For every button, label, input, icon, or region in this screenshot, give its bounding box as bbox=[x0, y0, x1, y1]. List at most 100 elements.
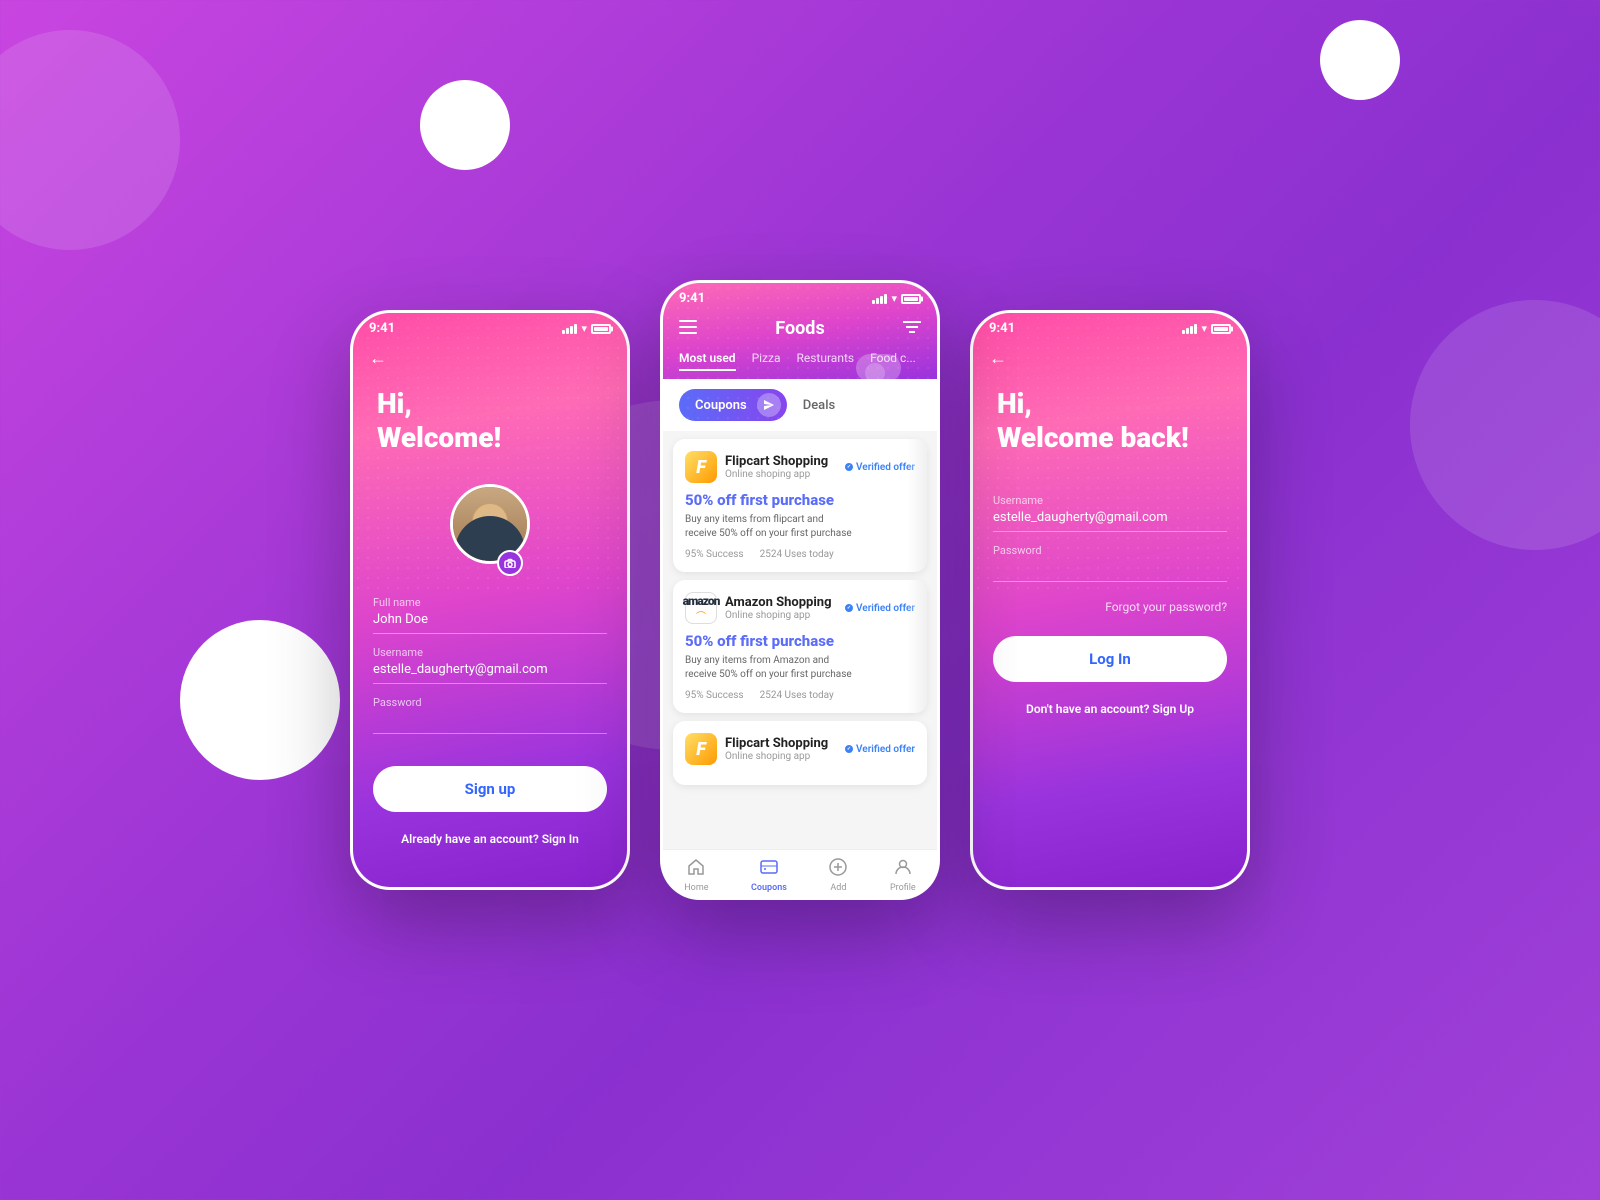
nav-coupons[interactable]: Coupons bbox=[751, 858, 787, 893]
coupon-card-flipkart[interactable]: F Flipcart Shopping Online shoping app V… bbox=[673, 439, 927, 572]
flipkart-logo: F bbox=[685, 451, 717, 483]
footer-text-left: Already have an account? Sign In bbox=[353, 832, 627, 846]
password-field-right[interactable]: Password bbox=[993, 544, 1227, 582]
status-icons-right: ▾ bbox=[1182, 322, 1231, 335]
signup-button[interactable]: Sign up bbox=[373, 766, 607, 812]
coupon-header-2: amazon ⌒ Amazon Shopping Online shoping … bbox=[685, 592, 915, 624]
profile-icon bbox=[894, 858, 912, 881]
back-button-right[interactable]: ← bbox=[973, 340, 1247, 377]
password-label-left: Password bbox=[373, 696, 607, 709]
username-label-left: Username bbox=[373, 646, 607, 659]
nav-add-label: Add bbox=[830, 883, 846, 893]
nav-profile[interactable]: Profile bbox=[890, 858, 916, 893]
coupon-stats-2: 95% Success 2524 Uses today bbox=[685, 690, 915, 701]
shop-name-2: Amazon Shopping bbox=[725, 595, 837, 610]
coupon-card-amazon[interactable]: amazon ⌒ Amazon Shopping Online shoping … bbox=[673, 580, 927, 713]
card-expand-2 bbox=[907, 580, 927, 713]
foods-title: Foods bbox=[775, 318, 824, 339]
toggle-deals[interactable]: Deals bbox=[787, 396, 851, 415]
coupon-header-3: F Flipcart Shopping Online shoping app V… bbox=[685, 733, 915, 765]
bottom-nav: Home Coupons bbox=[663, 849, 937, 897]
nav-home[interactable]: Home bbox=[684, 858, 708, 893]
coupon-desc-2: Buy any items from Amazon and receive 50… bbox=[685, 654, 915, 682]
wifi-icon-right: ▾ bbox=[1201, 322, 1207, 335]
coupons-list: F Flipcart Shopping Online shoping app V… bbox=[663, 431, 937, 849]
username-value-left: estelle_daugherty@gmail.com bbox=[373, 662, 607, 677]
card-expand-1 bbox=[907, 439, 927, 572]
fullname-field[interactable]: Full name John Doe bbox=[373, 596, 607, 634]
wifi-icon-center: ▾ bbox=[891, 292, 897, 305]
password-value-right bbox=[993, 560, 1227, 575]
camera-icon bbox=[504, 558, 516, 568]
password-field-left[interactable]: Password bbox=[373, 696, 607, 734]
add-icon bbox=[829, 858, 847, 881]
battery-icon bbox=[591, 324, 611, 334]
verified-badge-2: Verified offer bbox=[845, 603, 915, 614]
signal-icon-center bbox=[872, 294, 887, 304]
welcome-heading-left: Hi, Welcome! bbox=[377, 387, 603, 454]
tab-most-used[interactable]: Most used bbox=[679, 351, 736, 371]
time-right: 9:41 bbox=[989, 321, 1015, 336]
login-button[interactable]: Log In bbox=[993, 636, 1227, 682]
status-bar-center: 9:41 ▾ bbox=[663, 283, 937, 310]
coupons-icon bbox=[760, 858, 778, 881]
battery-icon-center bbox=[901, 294, 921, 304]
back-button-left[interactable]: ← bbox=[353, 340, 627, 377]
coupon-offer-1: 50% off first purchase bbox=[685, 491, 915, 509]
status-bar-right: 9:41 ▾ bbox=[973, 313, 1247, 340]
password-label-right: Password bbox=[993, 544, 1227, 557]
welcome-section-right: Hi, Welcome back! bbox=[973, 377, 1247, 474]
password-value-left bbox=[373, 712, 607, 727]
flipkart-logo-2: F bbox=[685, 733, 717, 765]
verified-badge-3: Verified offer bbox=[845, 744, 915, 755]
shop-info-2: Amazon Shopping Online shoping app bbox=[725, 595, 837, 621]
verified-icon-3 bbox=[845, 745, 853, 753]
amazon-logo: amazon ⌒ bbox=[685, 592, 717, 624]
wifi-icon: ▾ bbox=[581, 322, 587, 335]
fullname-label: Full name bbox=[373, 596, 607, 609]
deco-circle-1 bbox=[0, 30, 180, 250]
verified-icon-2 bbox=[845, 604, 853, 612]
shop-name-1: Flipcart Shopping bbox=[725, 454, 837, 469]
coupon-card-flipkart-2[interactable]: F Flipcart Shopping Online shoping app V… bbox=[673, 721, 927, 785]
username-field-left[interactable]: Username estelle_daugherty@gmail.com bbox=[373, 646, 607, 684]
uses-2: 2524 Uses today bbox=[760, 690, 834, 701]
avatar-section bbox=[353, 474, 627, 596]
toggle-pill[interactable]: Coupons bbox=[679, 389, 787, 421]
success-1: 95% Success bbox=[685, 549, 744, 560]
coupon-toggle-bar: Coupons Deals bbox=[663, 379, 937, 431]
welcome-heading-right: Hi, Welcome back! bbox=[997, 387, 1223, 454]
camera-button[interactable] bbox=[497, 550, 523, 576]
foods-header: 9:41 ▾ bbox=[663, 283, 937, 379]
welcome-section-left: Hi, Welcome! bbox=[353, 377, 627, 474]
time-left: 9:41 bbox=[369, 321, 395, 336]
nav-add[interactable]: Add bbox=[829, 858, 847, 893]
coupon-header-1: F Flipcart Shopping Online shoping app V… bbox=[685, 451, 915, 483]
foods-top-bar: Foods bbox=[663, 310, 937, 347]
shop-info-3: Flipcart Shopping Online shoping app bbox=[725, 736, 837, 762]
deco-circle-2 bbox=[180, 620, 340, 780]
forgot-password[interactable]: Forgot your password? bbox=[973, 594, 1247, 620]
footer-text-right: Don't have an account? Sign Up bbox=[973, 702, 1247, 716]
tab-pizza[interactable]: Pizza bbox=[752, 351, 781, 371]
toggle-coupons[interactable]: Coupons bbox=[685, 396, 757, 415]
hamburger-icon[interactable] bbox=[679, 319, 697, 338]
fullname-value: John Doe bbox=[373, 612, 607, 627]
deco-circle-6 bbox=[1410, 300, 1600, 550]
username-field-right[interactable]: Username estelle_daugherty@gmail.com bbox=[993, 494, 1227, 532]
login-phone: 9:41 ▾ ← bbox=[970, 310, 1250, 890]
username-label-right: Username bbox=[993, 494, 1227, 507]
verified-icon-1 bbox=[845, 463, 853, 471]
tab-restaurants[interactable]: Resturants bbox=[796, 351, 854, 371]
nav-home-label: Home bbox=[684, 883, 708, 893]
filter-icon[interactable] bbox=[903, 319, 921, 338]
shop-subtitle-3: Online shoping app bbox=[725, 751, 837, 762]
cloud-deco-inner bbox=[865, 363, 885, 383]
uses-1: 2524 Uses today bbox=[760, 549, 834, 560]
status-icons-center: ▾ bbox=[872, 292, 921, 305]
filter-area bbox=[903, 319, 921, 338]
send-icon bbox=[757, 393, 781, 417]
coupon-stats-1: 95% Success 2524 Uses today bbox=[685, 549, 915, 560]
home-icon bbox=[687, 858, 705, 881]
battery-icon-right bbox=[1211, 324, 1231, 334]
